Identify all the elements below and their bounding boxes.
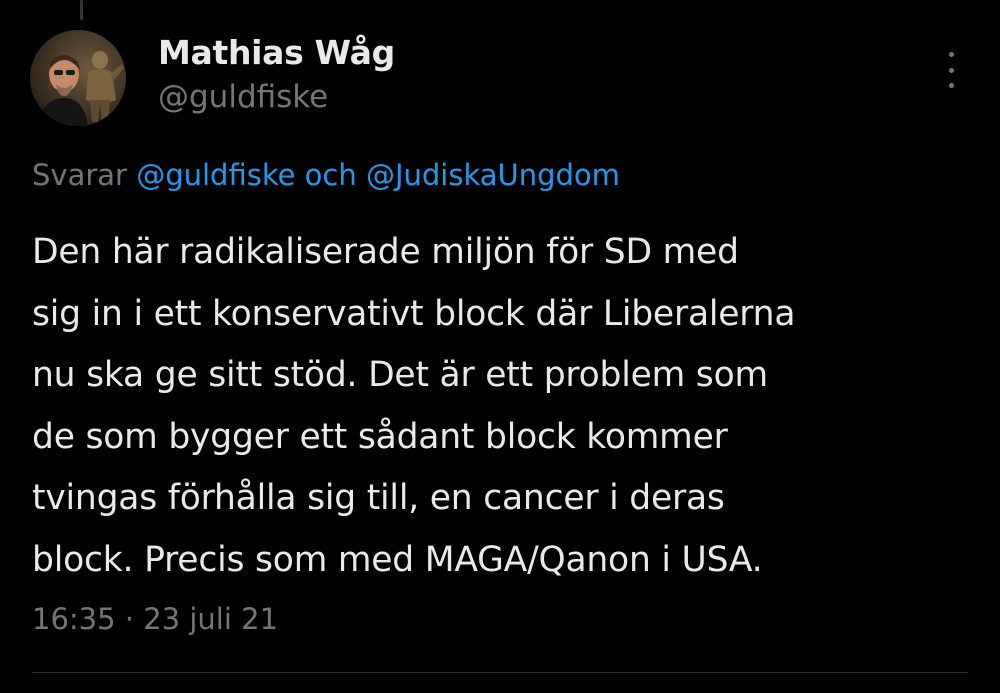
author-handle[interactable]: @guldfiske xyxy=(158,76,395,118)
tweet-time[interactable]: 16:35 xyxy=(32,602,116,636)
tweet-text-line: tvingas förhålla sig till, en cancer i d… xyxy=(32,478,725,518)
tweet-text-line: de som bygger ett sådant block kommer xyxy=(32,416,728,457)
tweet-text-line: sig in i ett konservativt block där Libe… xyxy=(32,293,796,334)
reply-context: Svarar @guldfiske och @JudiskaUngdom xyxy=(32,152,620,198)
author-info: Mathias Wåg @guldfiske xyxy=(158,30,395,118)
reply-mention-link[interactable]: @guldfiske xyxy=(136,158,295,192)
tweet-text-line: block. Precis som med MAGA/Qanon i USA. xyxy=(32,539,763,580)
avatar[interactable] xyxy=(30,30,126,126)
tweet-text-line: Den här radikaliserade miljön för SD med xyxy=(32,232,739,272)
tweet-text: Den här radikaliserade miljön för SD med… xyxy=(32,222,982,591)
reply-prefix: Svarar xyxy=(32,158,127,192)
tweet-timestamp: 16:35 · 23 juli 21 xyxy=(32,596,278,642)
reply-conjunction[interactable]: och xyxy=(305,158,357,192)
divider xyxy=(32,672,968,673)
more-options-button[interactable] xyxy=(936,52,966,88)
tweet-date[interactable]: 23 juli 21 xyxy=(143,602,278,636)
author-display-name[interactable]: Mathias Wåg xyxy=(158,30,395,76)
tweet-text-line: nu ska ge sitt stöd. Det är ett problem … xyxy=(32,355,768,395)
avatar-image xyxy=(30,30,126,126)
more-vertical-icon xyxy=(948,52,954,57)
timestamp-separator: · xyxy=(124,602,135,636)
thread-connector-line xyxy=(80,0,83,20)
reply-mention-link[interactable]: @JudiskaUngdom xyxy=(366,158,620,192)
